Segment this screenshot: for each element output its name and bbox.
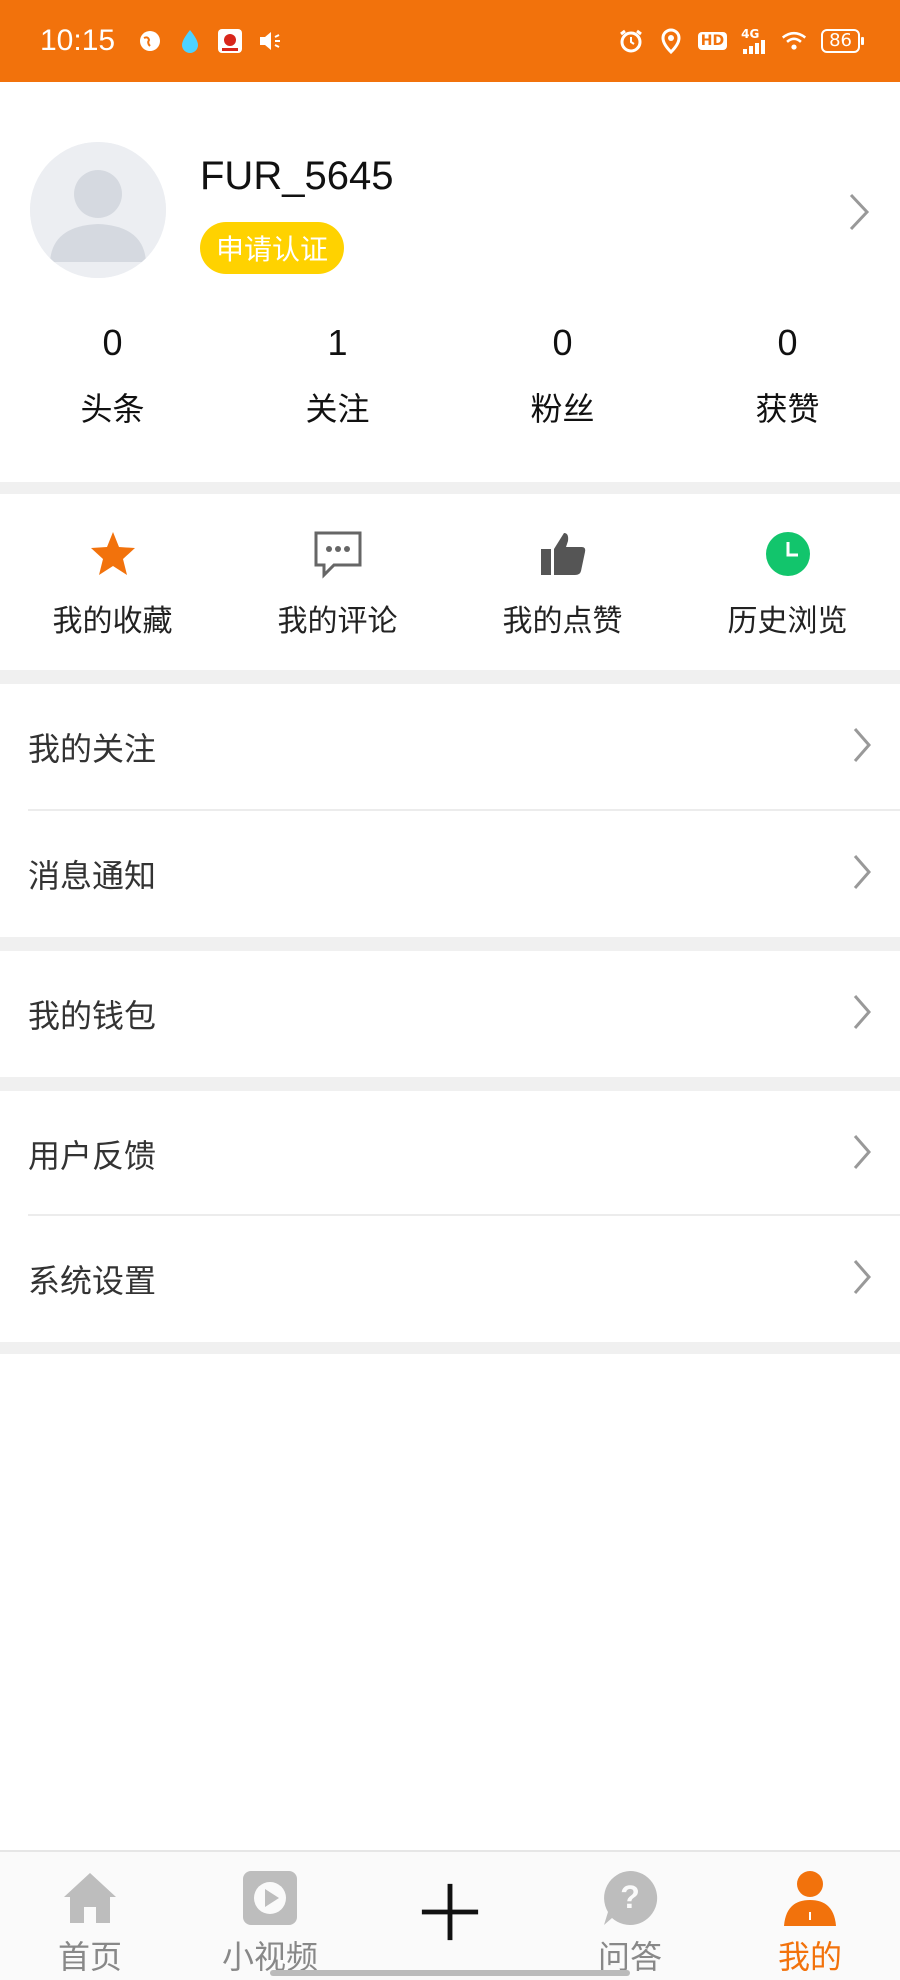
chevron-right-icon [852, 993, 872, 1035]
menu-item-notifications[interactable]: 消息通知 [0, 811, 900, 937]
alarm-icon [618, 28, 644, 54]
speaker-icon [257, 28, 283, 54]
nav-qa[interactable]: ? 问答 [540, 1852, 720, 1980]
chevron-right-icon[interactable] [848, 192, 870, 236]
stats-row: 0 头条 1 关注 0 粉丝 0 获赞 [0, 322, 900, 430]
stat-value: 1 [327, 322, 348, 363]
chevron-right-icon [852, 1133, 872, 1175]
location-icon [658, 28, 684, 54]
chevron-right-icon [852, 726, 872, 768]
nav-label: 我的 [777, 1938, 842, 1976]
globe-icon [137, 28, 163, 54]
person-icon [778, 1866, 842, 1930]
notification-icons [137, 28, 283, 54]
nav-label: 首页 [57, 1938, 122, 1976]
stat-value: 0 [102, 322, 123, 363]
history-button[interactable]: 历史浏览 [675, 494, 900, 670]
favorites-button[interactable]: 我的收藏 [0, 494, 225, 670]
question-icon: ? [598, 1866, 662, 1930]
app-notification-icon [217, 28, 243, 54]
nav-me[interactable]: 我的 [720, 1852, 900, 1980]
stat-value: 0 [552, 322, 573, 363]
menu-item-label: 系统设置 [28, 1262, 157, 1300]
favorites-label: 我的收藏 [52, 604, 173, 639]
home-indicator[interactable] [270, 1970, 630, 1976]
battery-icon: 86 [821, 29, 864, 53]
comments-label: 我的评论 [277, 604, 398, 639]
wifi-icon [781, 28, 807, 54]
status-time: 10:15 [40, 24, 116, 57]
menu-item-label: 用户反馈 [28, 1137, 157, 1175]
hd-icon: HD [697, 32, 728, 50]
menu-item-settings[interactable]: 系统设置 [0, 1216, 900, 1342]
chevron-right-icon [852, 853, 872, 895]
nav-publish[interactable] [360, 1852, 540, 1980]
stat-label: 头条 [80, 390, 145, 428]
home-icon [58, 1866, 122, 1930]
stat-followers[interactable]: 0 粉丝 [450, 322, 675, 430]
nav-short-video[interactable]: 小视频 [180, 1852, 360, 1980]
history-label: 历史浏览 [727, 604, 848, 639]
section-divider [0, 937, 900, 951]
section-divider [0, 482, 900, 494]
clock-icon [762, 528, 814, 580]
menu-item-feedback[interactable]: 用户反馈 [0, 1091, 900, 1217]
avatar[interactable] [30, 142, 166, 278]
username: FUR_5645 [200, 154, 394, 198]
section-divider [0, 670, 900, 684]
quick-actions: 我的收藏 我的评论 我的点赞 历史浏览 [0, 494, 900, 670]
stat-likes[interactable]: 0 获赞 [675, 322, 900, 430]
signal-icon: 4G [741, 28, 767, 54]
stat-label: 粉丝 [530, 390, 595, 428]
menu-item-wallet[interactable]: 我的钱包 [0, 951, 900, 1077]
nav-home[interactable]: 首页 [0, 1852, 180, 1980]
comments-button[interactable]: 我的评论 [225, 494, 450, 670]
menu-item-label: 消息通知 [28, 857, 157, 895]
video-icon [238, 1866, 302, 1930]
likes-label: 我的点赞 [502, 604, 623, 639]
plus-icon [418, 1880, 482, 1944]
star-icon [87, 528, 139, 580]
network-type: 4G [741, 27, 760, 41]
system-icons: HD 4G 86 [618, 28, 864, 54]
stat-posts[interactable]: 0 头条 [0, 322, 225, 430]
section-divider [0, 1077, 900, 1091]
svg-text:?: ? [620, 1879, 640, 1915]
chevron-right-icon [852, 1258, 872, 1300]
menu-item-label: 我的关注 [28, 730, 157, 768]
section-divider [0, 1342, 900, 1354]
stat-label: 关注 [305, 390, 370, 428]
menu-item-label: 我的钱包 [28, 997, 157, 1035]
comment-icon [312, 528, 364, 580]
status-bar: 10:15 HD 4G 86 [0, 0, 900, 82]
verify-button[interactable]: 申请认证 [200, 222, 345, 274]
drop-icon [177, 28, 203, 54]
profile-header[interactable]: FUR_5645 申请认证 0 头条 1 关注 0 粉丝 0 获赞 [0, 82, 900, 482]
thumbs-up-icon [537, 528, 589, 580]
stat-following[interactable]: 1 关注 [225, 322, 450, 430]
bottom-nav: 首页 小视频 ? 问答 我的 [0, 1850, 900, 1980]
likes-button[interactable]: 我的点赞 [450, 494, 675, 670]
stat-label: 获赞 [755, 390, 820, 428]
stat-value: 0 [777, 322, 798, 363]
menu-item-following[interactable]: 我的关注 [0, 684, 900, 810]
